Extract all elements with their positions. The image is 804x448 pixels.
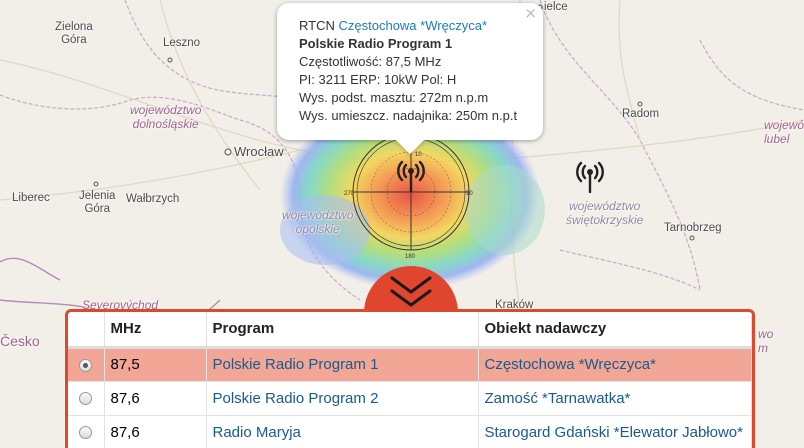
place-tarnobrzeg: Tarnobrzeg [664, 222, 722, 234]
svg-text:180: 180 [405, 254, 416, 260]
row-program-link[interactable]: Polskie Radio Program 2 [213, 390, 379, 407]
results-panel: MHz Program Obiekt nadawczy 87,5 Polskie… [65, 309, 755, 448]
chevron-double-down-icon [390, 276, 432, 307]
row-radio[interactable] [79, 392, 93, 406]
station-popup: × RTCN Częstochowa *Wręczyca* Polskie Ra… [277, 3, 543, 155]
row-program-link[interactable]: Radio Maryja [213, 424, 301, 441]
row-site-link[interactable]: Starogard Gdański *Elewator Jabłowo* [485, 424, 743, 441]
header-site[interactable]: Obiekt nadawczy [478, 312, 752, 349]
stations-table: MHz Program Obiekt nadawczy 87,5 Polskie… [68, 312, 752, 448]
popup-prefix: RTCN [299, 18, 335, 33]
table-header: MHz Program Obiekt nadawczy [68, 312, 752, 349]
region-lubelskie: wojewó lubel [764, 118, 804, 146]
region-opolskie: województwo opolskie [282, 208, 354, 236]
place-radom: Radom [622, 108, 660, 120]
region-mazowieckie: wo m [758, 327, 774, 355]
row-program-link[interactable]: Polskie Radio Program 1 [213, 356, 379, 373]
table-row[interactable]: 87,5 Polskie Radio Program 1 Częstochowa… [68, 347, 752, 382]
header-program[interactable]: Program [206, 312, 479, 349]
table-row[interactable]: 87,6 Polskie Radio Program 2 Zamość *Tar… [68, 381, 752, 416]
row-site-link[interactable]: Częstochowa *Wręczyca* [485, 356, 656, 373]
place-kielce: ielce [544, 1, 568, 13]
place-walbrzych: Wałbrzych [126, 193, 180, 205]
row-radio[interactable] [79, 358, 93, 372]
svg-text:270: 270 [344, 191, 355, 197]
popup-site-link[interactable]: Częstochowa *Wręczyca* [339, 18, 488, 33]
popup-program: Polskie Radio Program 1 [299, 36, 453, 51]
row-mhz: 87,5 [104, 347, 207, 382]
popup-site-line: RTCN Częstochowa *Wręczyca* [299, 17, 529, 35]
svg-text:90: 90 [466, 191, 473, 197]
country-cesko: Česko [0, 333, 40, 349]
row-radio[interactable] [79, 426, 93, 440]
place-leszno: Leszno [163, 37, 201, 49]
popup-pi: PI: 3211 ERP: 10kW Pol: H [299, 72, 457, 87]
region-dolnoslaskie: województwo dolnośląskie [130, 103, 202, 131]
row-mhz: 87,6 [104, 381, 207, 416]
region-swietokrzyskie: województwo świętokrzyskie [566, 199, 644, 227]
radio-tower-icon-secondary[interactable] [572, 157, 608, 193]
popup-mast-height: Wys. podst. masztu: 272m n.p.m [299, 90, 489, 105]
header-select [68, 312, 105, 349]
place-jelenia-gora: Jelenia Góra [79, 190, 116, 216]
table-row[interactable]: 87,6 Radio Maryja Starogard Gdański *Ele… [68, 415, 752, 448]
popup-antenna-height: Wys. umieszcz. nadajnika: 250m n.p.t [299, 108, 518, 123]
close-icon[interactable]: × [524, 4, 537, 22]
row-mhz: 87,6 [104, 415, 207, 448]
row-site-link[interactable]: Zamość *Tarnawatka* [485, 390, 631, 407]
radio-tower-icon[interactable] [393, 156, 429, 192]
place-liberec: Liberec [12, 192, 50, 204]
header-mhz[interactable]: MHz [104, 312, 207, 349]
popup-frequency: Częstotliwość: 87,5 MHz [299, 54, 442, 69]
place-wroclaw: Wrocław [234, 144, 284, 159]
place-zielona-gora: Zielona Góra [55, 21, 93, 47]
